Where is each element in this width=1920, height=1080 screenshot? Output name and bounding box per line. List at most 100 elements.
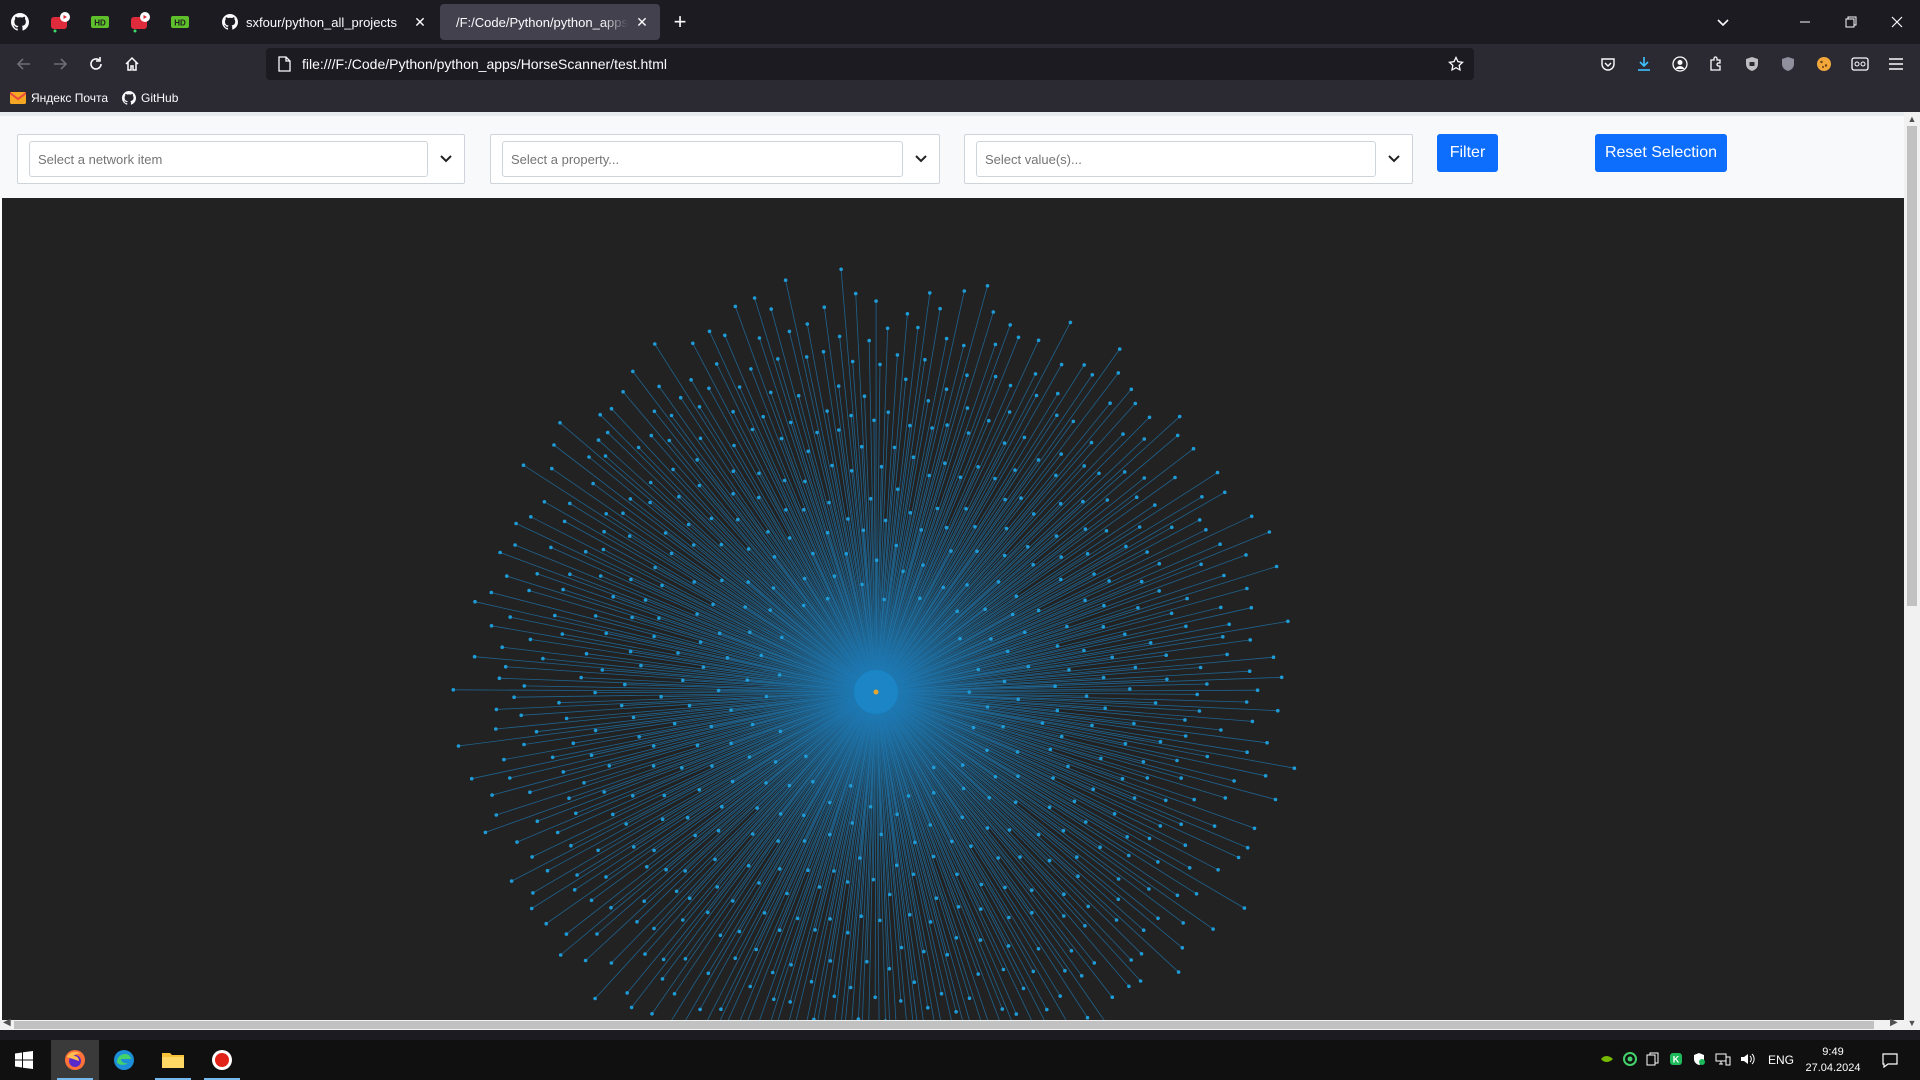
network-node[interactable] bbox=[1103, 706, 1107, 710]
network-node[interactable] bbox=[1036, 947, 1041, 951]
network-node[interactable] bbox=[681, 678, 685, 682]
network-node[interactable] bbox=[771, 586, 776, 590]
network-node[interactable] bbox=[717, 631, 722, 635]
network-node[interactable] bbox=[1056, 391, 1060, 396]
network-node[interactable] bbox=[1003, 885, 1007, 890]
network-node[interactable] bbox=[500, 645, 505, 649]
network-node[interactable] bbox=[550, 466, 554, 471]
network-node[interactable] bbox=[1242, 906, 1247, 910]
network-node[interactable] bbox=[912, 980, 917, 984]
network-node[interactable] bbox=[1125, 835, 1129, 839]
network-node[interactable] bbox=[869, 496, 873, 501]
network-node[interactable] bbox=[1158, 739, 1163, 744]
network-node[interactable] bbox=[860, 582, 864, 587]
network-node[interactable] bbox=[583, 958, 588, 963]
network-node[interactable] bbox=[1002, 679, 1007, 684]
network-node[interactable] bbox=[1108, 401, 1112, 405]
network-node[interactable] bbox=[1031, 562, 1035, 567]
network-node[interactable] bbox=[609, 905, 613, 910]
network-node[interactable] bbox=[535, 819, 540, 823]
extensions-icon[interactable] bbox=[1702, 50, 1730, 78]
network-node[interactable] bbox=[1153, 701, 1158, 705]
network-node[interactable] bbox=[1016, 697, 1020, 702]
network-node[interactable] bbox=[562, 519, 567, 524]
network-node[interactable] bbox=[607, 764, 612, 768]
network-node[interactable] bbox=[971, 725, 976, 730]
vertical-scrollbar[interactable]: ▲ ▼ bbox=[1904, 112, 1920, 1030]
network-node[interactable] bbox=[1185, 596, 1189, 601]
network-node[interactable] bbox=[731, 492, 735, 496]
network-node[interactable] bbox=[848, 985, 853, 990]
network-node[interactable] bbox=[908, 912, 912, 917]
network-node[interactable] bbox=[965, 406, 970, 410]
network-node[interactable] bbox=[828, 917, 832, 921]
network-node[interactable] bbox=[1116, 371, 1121, 375]
filter-button[interactable]: Filter bbox=[1437, 134, 1498, 172]
network-node[interactable] bbox=[1069, 949, 1074, 953]
taskbar-edge[interactable] bbox=[100, 1040, 148, 1080]
network-node[interactable] bbox=[512, 695, 516, 699]
network-node[interactable] bbox=[850, 359, 855, 364]
network-node[interactable] bbox=[913, 840, 917, 845]
network-node[interactable] bbox=[710, 764, 714, 768]
network-node[interactable] bbox=[587, 455, 591, 459]
network-node[interactable] bbox=[859, 444, 864, 449]
network-node[interactable] bbox=[1123, 632, 1127, 636]
network-node[interactable] bbox=[530, 855, 534, 859]
network-node[interactable] bbox=[1082, 648, 1086, 653]
network-node[interactable] bbox=[996, 580, 1001, 584]
network-node[interactable] bbox=[895, 353, 900, 357]
network-node[interactable] bbox=[777, 928, 782, 932]
network-node[interactable] bbox=[1138, 979, 1143, 983]
network-node[interactable] bbox=[1169, 611, 1174, 616]
network-node[interactable] bbox=[757, 336, 762, 340]
network-node[interactable] bbox=[629, 1005, 634, 1010]
network-node[interactable] bbox=[1219, 728, 1223, 732]
network-node[interactable] bbox=[1008, 383, 1013, 388]
nvidia-icon[interactable] bbox=[1600, 1053, 1614, 1068]
chevron-down-icon[interactable] bbox=[1386, 150, 1402, 166]
network-node[interactable] bbox=[1267, 530, 1272, 534]
network-node[interactable] bbox=[806, 449, 810, 454]
network-node[interactable] bbox=[706, 971, 711, 976]
network-node[interactable] bbox=[1092, 572, 1096, 576]
network-node[interactable] bbox=[1089, 440, 1094, 445]
network-node[interactable] bbox=[755, 806, 759, 810]
network-node[interactable] bbox=[660, 583, 664, 588]
network-node[interactable] bbox=[987, 795, 991, 800]
network-node[interactable] bbox=[886, 410, 891, 414]
network-node[interactable] bbox=[927, 473, 931, 478]
network-node[interactable] bbox=[648, 480, 653, 485]
network-node[interactable] bbox=[938, 306, 942, 311]
network-node[interactable] bbox=[967, 690, 972, 694]
network-node[interactable] bbox=[660, 977, 665, 981]
network-node[interactable] bbox=[713, 857, 717, 862]
network-node[interactable] bbox=[1058, 501, 1063, 506]
network-node[interactable] bbox=[993, 342, 998, 347]
network-node[interactable] bbox=[1016, 335, 1021, 340]
network-node[interactable] bbox=[788, 420, 793, 425]
network-node[interactable] bbox=[1142, 437, 1147, 441]
network-node[interactable] bbox=[894, 863, 899, 868]
network-node[interactable] bbox=[1124, 544, 1128, 549]
network-node[interactable] bbox=[1006, 944, 1011, 948]
network-node[interactable] bbox=[1184, 624, 1188, 629]
network-node[interactable] bbox=[623, 682, 627, 687]
forward-button[interactable] bbox=[46, 50, 74, 78]
network-node[interactable] bbox=[964, 507, 968, 511]
network-node[interactable] bbox=[674, 889, 679, 894]
network-node[interactable] bbox=[604, 631, 608, 636]
network-node[interactable] bbox=[572, 888, 577, 892]
network-node[interactable] bbox=[1215, 470, 1220, 475]
network-node[interactable] bbox=[859, 914, 863, 918]
network-node[interactable] bbox=[950, 839, 954, 844]
scroll-left-arrow[interactable]: ◀ bbox=[3, 1017, 11, 1028]
network-node[interactable] bbox=[637, 735, 641, 739]
values-input[interactable] bbox=[976, 141, 1376, 177]
network-node[interactable] bbox=[676, 651, 680, 655]
network-node[interactable] bbox=[762, 911, 767, 915]
network-node[interactable] bbox=[716, 688, 721, 693]
network-node[interactable] bbox=[473, 599, 477, 604]
network-node[interactable] bbox=[867, 338, 871, 343]
network-node[interactable] bbox=[805, 322, 810, 326]
